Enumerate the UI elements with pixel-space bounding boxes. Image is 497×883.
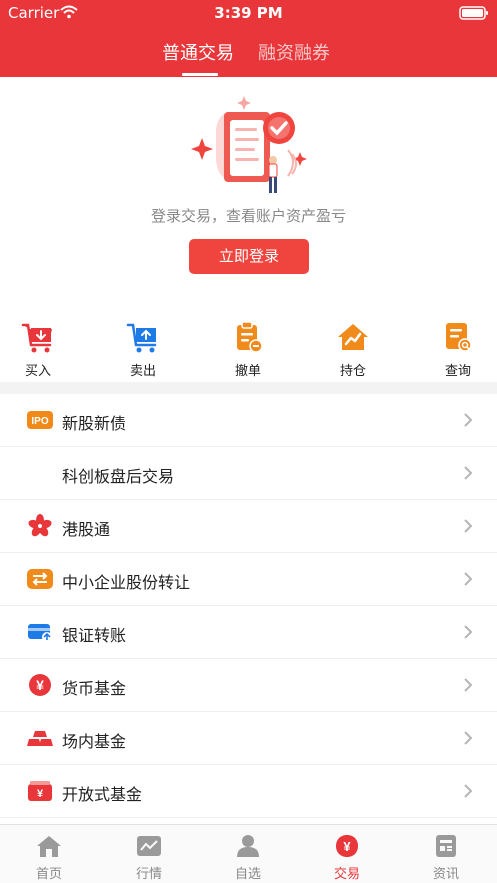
chevron-right-icon — [463, 412, 473, 428]
bank-card-transfer-icon — [27, 620, 53, 644]
tabbar-label: 资讯 — [432, 867, 459, 882]
menu-item-label: 科创板盘后交易 — [62, 467, 175, 486]
menu-item-sme-share-transfer[interactable]: 中小企业股份转让 — [0, 553, 497, 606]
tabbar-label: 行情 — [135, 867, 162, 882]
cart-up-icon — [126, 320, 160, 354]
tabbar-item-trade[interactable]: ¥ 交易 — [307, 825, 387, 883]
ipo-icon-text: IPO — [31, 416, 48, 427]
house-chart-icon — [336, 320, 370, 354]
yuan-trade-text: ¥ — [343, 839, 351, 854]
menu-item-label: 中小企业股份转让 — [62, 573, 191, 592]
tabbar-label: 自选 — [234, 867, 261, 882]
menu-item-label: 港股通 — [62, 520, 111, 539]
quick-action-positions[interactable]: 持仓 — [318, 318, 388, 382]
battery-icon — [459, 5, 489, 24]
chevron-right-icon — [463, 571, 473, 587]
quick-action-label: 持仓 — [339, 364, 366, 379]
section-divider — [0, 382, 497, 394]
quick-action-sell[interactable]: 卖出 — [108, 318, 178, 382]
chevron-right-icon — [463, 677, 473, 693]
home-icon — [36, 834, 62, 858]
yuan-wallet-icon: ¥ — [27, 779, 53, 803]
menu-item-ipo[interactable]: IPO 新股新债 — [0, 394, 497, 447]
chevron-right-icon — [463, 624, 473, 640]
chevron-right-icon — [463, 783, 473, 799]
tabbar-label: 交易 — [333, 867, 360, 882]
tab-normal-trading[interactable]: 普通交易 — [162, 39, 234, 65]
login-illustration — [188, 90, 310, 202]
menu-item-star-market-after-hours[interactable]: 科创板盘后交易 — [0, 447, 497, 500]
document-search-icon — [441, 320, 475, 354]
quick-action-cancel-order[interactable]: 撤单 — [213, 318, 283, 382]
market-chart-icon — [136, 834, 162, 858]
menu-item-exchange-fund[interactable]: 场内基金 — [0, 712, 497, 765]
gold-bars-icon — [27, 726, 53, 750]
person-icon — [235, 834, 261, 858]
menu-item-label: 货币基金 — [62, 679, 127, 698]
login-button[interactable]: 立即登录 — [189, 239, 309, 274]
quick-action-label: 买入 — [24, 364, 51, 379]
tabbar-item-market[interactable]: 行情 — [109, 825, 189, 883]
quick-action-query[interactable]: 查询 — [423, 318, 493, 382]
cart-down-icon — [21, 320, 55, 354]
transfer-arrows-icon — [27, 567, 53, 591]
login-prompt: 登录交易，查看账户资产盈亏 — [150, 207, 346, 225]
trade-type-tabs: 普通交易 融资融券 — [0, 26, 497, 77]
chevron-right-icon — [463, 465, 473, 481]
ipo-icon: IPO — [27, 408, 53, 432]
yuan-coin-text: ¥ — [36, 677, 44, 693]
chevron-right-icon — [463, 518, 473, 534]
yuan-coin-icon: ¥ — [27, 673, 53, 697]
news-icon — [433, 834, 459, 858]
menu-item-label: 场内基金 — [62, 732, 127, 751]
menu-item-money-fund[interactable]: ¥ 货币基金 — [0, 659, 497, 712]
tabbar-item-watchlist[interactable]: 自选 — [208, 825, 288, 883]
menu-item-bank-securities-transfer[interactable]: 银证转账 — [0, 606, 497, 659]
clock: 3:39 PM — [214, 4, 283, 22]
menu-item-hk-connect[interactable]: 港股通 — [0, 500, 497, 553]
menu-item-open-end-fund[interactable]: ¥ 开放式基金 — [0, 765, 497, 818]
tabbar-item-news[interactable]: 资讯 — [406, 825, 486, 883]
quick-action-label: 卖出 — [129, 364, 156, 379]
menu-item-label: 银证转账 — [62, 626, 127, 645]
quick-action-label: 撤单 — [234, 364, 261, 379]
yuan-wallet-text: ¥ — [37, 788, 44, 800]
tab-margin-trading[interactable]: 融资融券 — [258, 39, 330, 65]
quick-action-buy[interactable]: 买入 — [3, 318, 73, 382]
clipboard-cancel-icon — [231, 320, 265, 354]
tabbar-item-home[interactable]: 首页 — [9, 825, 89, 883]
tabbar-label: 首页 — [35, 867, 62, 882]
yuan-trade-icon: ¥ — [334, 834, 360, 858]
status-bar: Carrier 3:39 PM — [0, 0, 497, 26]
menu-item-label: 新股新债 — [62, 414, 127, 433]
bottom-tab-bar: 首页 行情 自选 ¥ 交易 资讯 — [0, 824, 497, 883]
quick-action-label: 查询 — [444, 364, 471, 379]
active-tab-indicator — [182, 73, 218, 76]
quick-actions: 买入 卖出 撤单 持仓 查询 — [0, 318, 497, 382]
bauhinia-flower-icon — [27, 514, 53, 538]
menu-item-label: 开放式基金 — [62, 785, 143, 804]
chevron-right-icon — [463, 730, 473, 746]
